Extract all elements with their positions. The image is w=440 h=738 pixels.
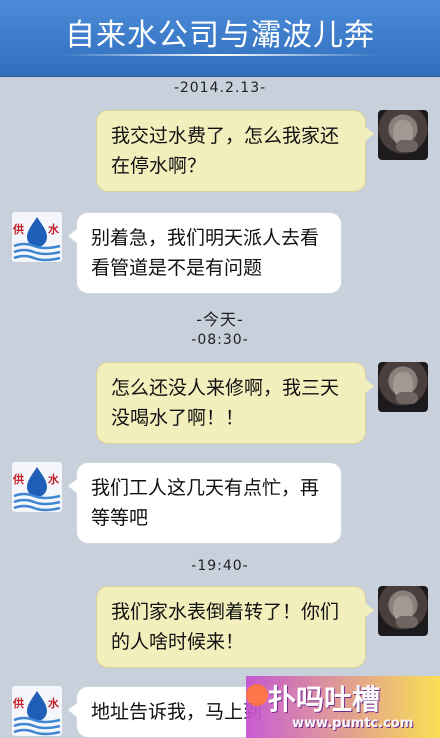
message-text-line: 怎么还没人来修啊，我三天 <box>111 377 340 399</box>
message-text-line: 我们工人这几天有点忙，再 <box>91 477 320 499</box>
avatar-label: 水 <box>48 223 59 236</box>
message-text-line: 在停水啊？ <box>111 155 207 177</box>
avatar-label: 供 <box>13 473 24 486</box>
app-header: 自来水公司与灞波儿奔 <box>0 0 440 77</box>
water-company-avatar[interactable]: 供 水 <box>12 462 62 512</box>
chat-title: 自来水公司与灞波儿奔 <box>65 18 375 53</box>
avatar-label: 供 <box>13 697 24 710</box>
avatar-label: 水 <box>48 697 59 710</box>
timestamp: -2014.2.13- <box>173 80 267 96</box>
timestamp: -19:40- <box>191 558 249 574</box>
hand-icon <box>396 616 418 628</box>
water-drop-icon <box>13 691 61 736</box>
mascot-icon <box>246 684 268 706</box>
user-avatar[interactable] <box>378 362 428 412</box>
message-bubble-outgoing[interactable]: 怎么还没人来修啊，我三天 没喝水了啊！！ <box>96 362 374 444</box>
water-drop-icon <box>13 467 61 512</box>
message-text-line: 没喝水了啊！！ <box>111 407 245 429</box>
message-text-line: 别着急，我们明天派人去看 <box>91 227 320 249</box>
watermark-url: www.pumtc.com <box>292 716 414 731</box>
message-bubble-incoming[interactable]: 别着急，我们明天派人去看 看管道是不是有问题 <box>68 212 342 294</box>
message-text-line: 的人啥时候来！ <box>111 631 245 653</box>
hand-icon <box>396 140 418 152</box>
message-text-line: 我交过水费了，怎么我家还 <box>111 125 340 147</box>
water-company-avatar[interactable]: 供 水 <box>12 686 62 736</box>
water-company-avatar[interactable]: 供 水 <box>12 212 62 262</box>
message-text-line: 我们家水表倒着转了！你们 <box>111 601 340 623</box>
title-underline <box>60 54 380 56</box>
message-text-line: 看管道是不是有问题 <box>91 257 263 279</box>
timestamp: -08:30- <box>191 332 249 348</box>
message-bubble-outgoing[interactable]: 我交过水费了，怎么我家还 在停水啊？ <box>96 110 374 192</box>
hand-icon <box>396 392 418 404</box>
watermark-text: 扑吗吐槽 <box>268 683 381 716</box>
water-drop-icon <box>13 217 61 262</box>
user-avatar[interactable] <box>378 586 428 636</box>
message-bubble-incoming[interactable]: 我们工人这几天有点忙，再 等等吧 <box>68 462 342 544</box>
message-text-line: 等等吧 <box>91 507 149 529</box>
user-avatar[interactable] <box>378 110 428 160</box>
watermark-logo: 扑吗吐槽 www.pumtc.com <box>246 676 440 738</box>
avatar-label: 水 <box>48 473 59 486</box>
message-bubble-outgoing[interactable]: 我们家水表倒着转了！你们 的人啥时候来！ <box>96 586 374 668</box>
avatar-label: 供 <box>13 223 24 236</box>
timestamp: -今天- <box>196 310 244 329</box>
